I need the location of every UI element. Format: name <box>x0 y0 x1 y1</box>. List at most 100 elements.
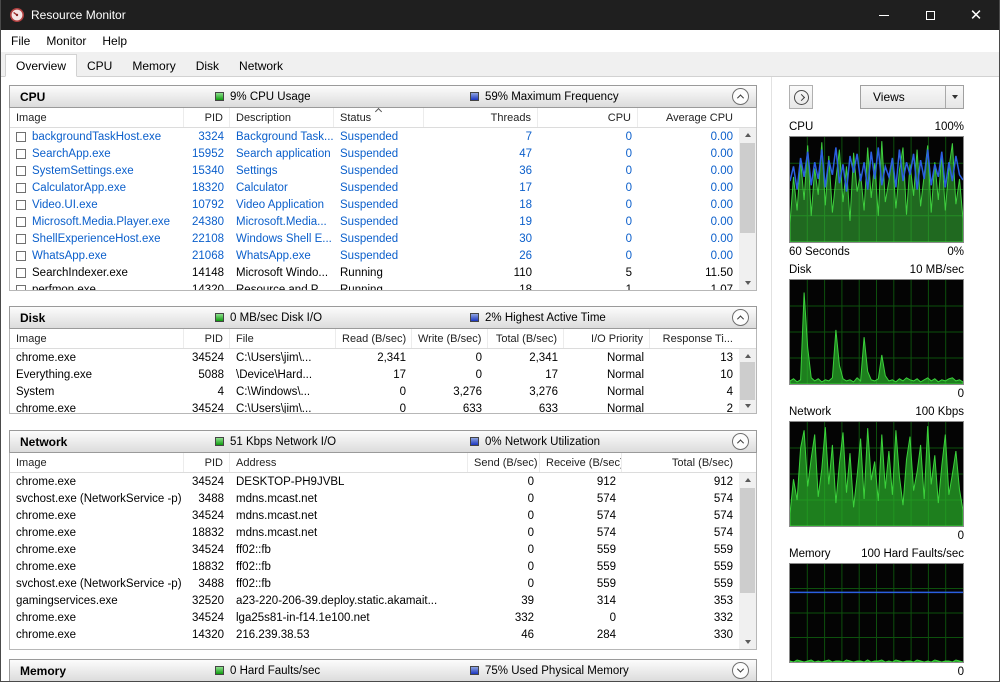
process-checkbox[interactable] <box>16 268 26 278</box>
menu-help[interactable]: Help <box>94 31 135 51</box>
cpu-panel: CPU 9% CPU Usage 59% Maximum Frequency I… <box>9 85 757 291</box>
column-header-address[interactable]: Address <box>230 453 468 472</box>
tab-overview[interactable]: Overview <box>5 54 77 77</box>
cpu-panel-header[interactable]: CPU 9% CPU Usage 59% Maximum Frequency <box>9 85 757 108</box>
column-header-response-ti[interactable]: Response Ti... <box>650 329 739 348</box>
column-header-pid[interactable]: PID <box>184 453 230 472</box>
column-header-description[interactable]: Description <box>230 108 334 127</box>
process-checkbox[interactable] <box>16 234 26 244</box>
collapse-sidebar-button[interactable] <box>789 85 813 109</box>
close-button[interactable]: ✕ <box>953 0 999 30</box>
process-checkbox[interactable] <box>16 200 26 210</box>
column-header-status[interactable]: Status <box>334 108 424 127</box>
process-checkbox[interactable] <box>16 251 26 261</box>
table-row[interactable]: gamingservices.exe32520a23-220-206-39.de… <box>10 592 739 609</box>
column-header-image[interactable]: Image <box>10 453 184 472</box>
table-row[interactable]: WhatsApp.exe21068WhatsApp.exeSuspended26… <box>10 247 739 264</box>
column-header-i-o-priority[interactable]: I/O Priority <box>564 329 650 348</box>
process-checkbox[interactable] <box>16 183 26 193</box>
table-cell: chrome.exe <box>16 561 76 573</box>
table-cell: 633 <box>539 403 558 414</box>
cpu-table-scrollbar[interactable] <box>739 128 756 290</box>
memory-expand-button[interactable] <box>732 662 749 679</box>
tab-network[interactable]: Network <box>229 55 293 76</box>
cpu-collapse-button[interactable] <box>732 88 749 105</box>
scrollbar-thumb[interactable] <box>740 362 755 400</box>
disk-io-legend-icon <box>215 313 224 322</box>
column-header-total-b-sec[interactable]: Total (B/sec) <box>622 453 739 472</box>
table-cell: 3,276 <box>453 386 482 398</box>
column-header-image[interactable]: Image <box>10 108 184 127</box>
minimize-button[interactable] <box>861 0 907 30</box>
network-utilization-stat: 0% Network Utilization <box>485 436 600 448</box>
scroll-up-icon[interactable] <box>739 473 756 487</box>
table-row[interactable]: Microsoft.Media.Player.exe24380Microsoft… <box>10 213 739 230</box>
column-header-receive-b-sec[interactable]: Receive (B/sec) <box>540 453 622 472</box>
table-row[interactable]: chrome.exe34524C:\Users\jim\...2,34102,3… <box>10 349 739 366</box>
scrollbar-thumb[interactable] <box>740 488 755 593</box>
table-row[interactable]: chrome.exe18832mdns.mcast.net0574574 <box>10 524 739 541</box>
process-checkbox[interactable] <box>16 132 26 142</box>
table-row[interactable]: ShellExperienceHost.exe22108Windows Shel… <box>10 230 739 247</box>
column-header-send-b-sec[interactable]: Send (B/sec) <box>468 453 540 472</box>
column-header-read-b-sec[interactable]: Read (B/sec) <box>336 329 412 348</box>
process-checkbox[interactable] <box>16 166 26 176</box>
column-header-file[interactable]: File <box>230 329 336 348</box>
table-row[interactable]: chrome.exe18832ff02::fb0559559 <box>10 558 739 575</box>
disk-table-scrollbar[interactable] <box>739 349 756 413</box>
views-dropdown[interactable]: Views <box>860 85 964 109</box>
process-checkbox[interactable] <box>16 217 26 227</box>
network-panel-header[interactable]: Network 51 Kbps Network I/O 0% Network U… <box>9 430 757 453</box>
scrollbar-thumb[interactable] <box>740 143 755 233</box>
scroll-up-icon[interactable] <box>739 128 756 142</box>
tab-cpu[interactable]: CPU <box>77 55 122 76</box>
table-cell: 2 <box>727 403 733 414</box>
network-table-scrollbar[interactable] <box>739 473 756 649</box>
table-row[interactable]: backgroundTaskHost.exe3324Background Tas… <box>10 128 739 145</box>
tab-memory[interactable]: Memory <box>122 55 185 76</box>
table-row[interactable]: Video.UI.exe10792Video ApplicationSuspen… <box>10 196 739 213</box>
network-collapse-button[interactable] <box>732 433 749 450</box>
table-cell: 3324 <box>198 131 224 143</box>
table-row[interactable]: chrome.exe34524ff02::fb0559559 <box>10 541 739 558</box>
memory-panel-header[interactable]: Memory 0 Hard Faults/sec 75% Used Physic… <box>9 659 757 682</box>
process-checkbox[interactable] <box>16 149 26 159</box>
table-row[interactable]: SearchIndexer.exe14148Microsoft Windo...… <box>10 264 739 281</box>
menu-monitor[interactable]: Monitor <box>38 31 94 51</box>
table-row[interactable]: svchost.exe (NetworkService -p)3488mdns.… <box>10 490 739 507</box>
disk-panel-header[interactable]: Disk 0 MB/sec Disk I/O 2% Highest Active… <box>9 306 757 329</box>
table-row[interactable]: perfmon.exe14320Resource and P...Running… <box>10 281 739 290</box>
disk-collapse-button[interactable] <box>732 309 749 326</box>
column-header-image[interactable]: Image <box>10 329 184 348</box>
process-checkbox[interactable] <box>16 285 26 291</box>
maximize-button[interactable] <box>907 0 953 30</box>
table-row[interactable]: SearchApp.exe15952Search applicationSusp… <box>10 145 739 162</box>
table-row[interactable]: Everything.exe5088\Device\Hard...17017No… <box>10 366 739 383</box>
column-header-pid[interactable]: PID <box>184 329 230 348</box>
column-header-cpu[interactable]: CPU <box>538 108 638 127</box>
scroll-down-icon[interactable] <box>739 635 756 649</box>
table-row[interactable]: svchost.exe (NetworkService -p)3488ff02:… <box>10 575 739 592</box>
tab-disk[interactable]: Disk <box>186 55 229 76</box>
table-cell: ff02::fb <box>236 544 271 556</box>
table-row[interactable]: SystemSettings.exe15340SettingsSuspended… <box>10 162 739 179</box>
table-row[interactable]: chrome.exe34524C:\Users\jim\...0633633No… <box>10 400 739 413</box>
table-cell: mdns.mcast.net <box>236 493 317 505</box>
column-header-write-b-sec[interactable]: Write (B/sec) <box>412 329 488 348</box>
scroll-down-icon[interactable] <box>739 276 756 290</box>
scroll-up-icon[interactable] <box>739 349 756 363</box>
column-header-pid[interactable]: PID <box>184 108 230 127</box>
table-row[interactable]: chrome.exe34524DESKTOP-PH9JVBL0912912 <box>10 473 739 490</box>
table-row[interactable]: CalculatorApp.exe18320CalculatorSuspende… <box>10 179 739 196</box>
column-header-average-cpu[interactable]: Average CPU <box>638 108 739 127</box>
table-cell: 0 <box>528 527 534 539</box>
column-header-total-b-sec[interactable]: Total (B/sec) <box>488 329 564 348</box>
table-row[interactable]: chrome.exe34524lga25s81-in-f14.1e100.net… <box>10 609 739 626</box>
column-header-threads[interactable]: Threads <box>424 108 538 127</box>
table-cell: 0 <box>528 493 534 505</box>
table-row[interactable]: chrome.exe14320216.239.38.5346284330 <box>10 626 739 643</box>
table-row[interactable]: chrome.exe34524mdns.mcast.net0574574 <box>10 507 739 524</box>
menu-file[interactable]: File <box>3 31 38 51</box>
table-row[interactable]: System4C:\Windows\...03,2763,276Normal4 <box>10 383 739 400</box>
scroll-down-icon[interactable] <box>739 399 756 413</box>
